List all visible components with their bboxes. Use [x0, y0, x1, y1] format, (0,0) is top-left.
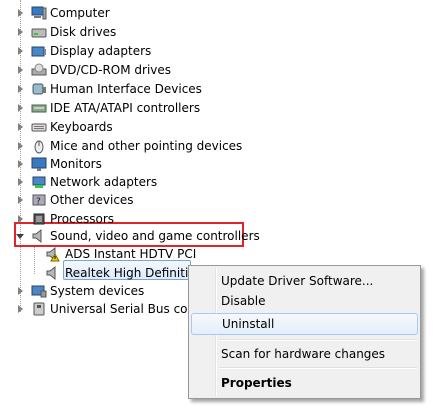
expand-arrow-icon[interactable] — [18, 9, 23, 17]
computer-icon — [31, 5, 47, 21]
tree-category-item[interactable]: Display adapters — [0, 42, 300, 60]
expand-arrow-icon[interactable] — [18, 47, 23, 55]
tree-item-label: ADS Instant HDTV PCI — [65, 247, 197, 261]
tree-item-label: Disk drives — [50, 25, 117, 39]
menu-item-properties[interactable]: Properties — [191, 372, 418, 394]
tree-category-item[interactable]: Mice and other pointing devices — [0, 137, 300, 155]
tree-item-label: Realtek High Definition — [65, 266, 204, 280]
network-adapter-icon — [31, 174, 47, 190]
menu-separator — [219, 367, 417, 369]
tree-category-item[interactable]: Computer — [0, 4, 300, 22]
expand-arrow-icon[interactable] — [18, 66, 23, 74]
menu-item-scan-hardware[interactable]: Scan for hardware changes — [191, 343, 418, 365]
other-devices-icon: ? — [31, 192, 47, 208]
ide-controller-icon — [31, 100, 47, 116]
tree-category-item[interactable]: IDE ATA/ATAPI controllers — [0, 99, 300, 117]
menu-separator — [219, 339, 417, 341]
tree-item-label: IDE ATA/ATAPI controllers — [50, 101, 201, 115]
context-menu: Update Driver Software... Disable Uninst… — [188, 265, 421, 399]
disk-drive-icon — [31, 24, 47, 40]
tree-category-item[interactable]: ? Other devices — [0, 191, 300, 209]
tree-category-item[interactable]: Disk drives — [0, 23, 300, 41]
mouse-icon — [31, 138, 47, 154]
expand-arrow-icon[interactable] — [18, 142, 23, 150]
speaker-icon — [31, 228, 47, 244]
monitor-icon — [31, 156, 47, 172]
expand-arrow-icon[interactable] — [18, 196, 23, 204]
processor-icon — [31, 211, 47, 227]
expand-arrow-icon[interactable] — [18, 28, 23, 36]
expand-arrow-icon[interactable] — [18, 305, 23, 313]
system-devices-icon — [31, 283, 47, 299]
expand-arrow-icon[interactable] — [18, 178, 23, 186]
tree-item-label: Computer — [50, 6, 110, 20]
tree-item-label: Display adapters — [50, 44, 152, 58]
collapse-arrow-icon[interactable] — [16, 234, 24, 239]
keyboard-icon — [31, 119, 47, 135]
usb-icon — [31, 301, 47, 317]
menu-item-update-driver[interactable]: Update Driver Software... — [191, 270, 418, 292]
tree-item-label: Monitors — [50, 157, 102, 171]
tree-category-item[interactable]: DVD/CD-ROM drives — [0, 61, 300, 79]
dvd-drive-icon — [31, 62, 47, 78]
svg-text:?: ? — [36, 197, 41, 207]
expand-arrow-icon[interactable] — [18, 160, 23, 168]
tree-item-label: DVD/CD-ROM drives — [50, 63, 172, 77]
tree-item-label: Human Interface Devices — [50, 82, 202, 96]
tree-category-item[interactable]: Processors — [0, 210, 300, 228]
warning-device-icon — [45, 246, 61, 262]
expand-arrow-icon[interactable] — [18, 287, 23, 295]
expand-arrow-icon[interactable] — [18, 85, 23, 93]
tree-category-item[interactable]: Human Interface Devices — [0, 80, 300, 98]
tree-item-label: System devices — [50, 284, 145, 298]
menu-item-disable[interactable]: Disable — [191, 290, 418, 312]
hid-icon — [31, 81, 47, 97]
tree-category-item[interactable]: Keyboards — [0, 118, 300, 136]
display-adapter-icon — [31, 43, 47, 59]
tree-category-item[interactable]: Sound, video and game controllers — [0, 227, 300, 245]
tree-category-item[interactable]: Network adapters — [0, 173, 300, 191]
tree-item-label: Other devices — [50, 193, 134, 207]
expand-arrow-icon[interactable] — [18, 104, 23, 112]
menu-item-uninstall[interactable]: Uninstall — [191, 313, 418, 335]
expand-arrow-icon[interactable] — [18, 123, 23, 131]
tree-item-label: Mice and other pointing devices — [50, 139, 243, 153]
tree-category-item[interactable]: Monitors — [0, 155, 300, 173]
tree-child-item[interactable]: ADS Instant HDTV PCI — [0, 245, 300, 263]
speaker-icon — [45, 265, 61, 281]
expand-arrow-icon[interactable] — [18, 215, 23, 223]
tree-item-label: Processors — [50, 212, 115, 226]
tree-item-label: Sound, video and game controllers — [50, 229, 260, 243]
tree-item-label: Keyboards — [50, 120, 113, 134]
tree-item-label: Network adapters — [50, 175, 158, 189]
